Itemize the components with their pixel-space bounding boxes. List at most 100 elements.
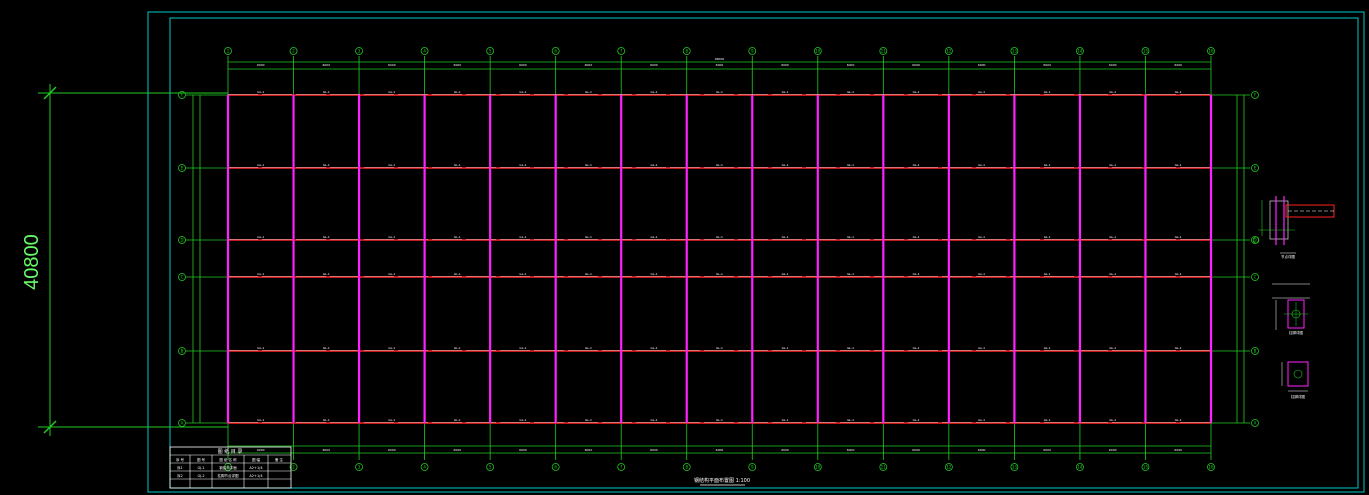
column-axis-label: 13 [1012, 465, 1018, 470]
beam-label: GL-1 [1109, 346, 1116, 350]
beam-label: GL-1 [1175, 90, 1182, 94]
beam-label: GL-1 [913, 235, 920, 239]
bay-dimension-label: 6000 [978, 448, 986, 452]
bay-dimension-label: 6000 [716, 448, 724, 452]
table-cell: 图 幅 [252, 457, 261, 462]
beam-label: GL-1 [257, 272, 264, 276]
beam-label: GL-1 [716, 163, 723, 167]
beam-label: GL-1 [1109, 90, 1116, 94]
beam-label: GL-1 [978, 272, 985, 276]
bay-dimension-label: 6000 [257, 448, 265, 452]
beam-label: GL-1 [716, 346, 723, 350]
bay-dimension-label: 6000 [978, 63, 986, 67]
beam-label: GL-1 [257, 235, 264, 239]
bay-dimension-label: 6000 [781, 63, 789, 67]
beam-label: GL-1 [913, 418, 920, 422]
beam-label: GL-1 [1109, 163, 1116, 167]
column-axis-label: 3 [358, 465, 361, 470]
beam-label: GL-1 [913, 90, 920, 94]
column-axis-label: 13 [1012, 49, 1018, 54]
detail3-base-plate [1287, 361, 1309, 387]
beam-label: GL-1 [782, 346, 789, 350]
beam-label: GL-1 [323, 90, 330, 94]
column-axis-label: 9 [751, 49, 754, 54]
beam-label: GL-1 [388, 418, 395, 422]
beam-label: GL-1 [650, 235, 657, 239]
beam-label: GL-1 [650, 418, 657, 422]
beam-label: GL-1 [519, 346, 526, 350]
beam-label: GL-1 [978, 163, 985, 167]
table-cell: 钢结构平面 [219, 465, 237, 470]
beam-label: GL-1 [782, 418, 789, 422]
beam-label: GL-1 [1109, 272, 1116, 276]
beam-label: GL-1 [585, 418, 592, 422]
beam-label: GL-1 [454, 235, 461, 239]
bay-dimension-label: 6000 [257, 63, 265, 67]
beam-label: GL-1 [323, 272, 330, 276]
beam-label: GL-1 [454, 163, 461, 167]
column-axis-label: 7 [620, 49, 623, 54]
row-axis-label: D [180, 238, 183, 243]
bay-dimension-label: 6000 [1043, 448, 1051, 452]
beam-label: GL-1 [257, 346, 264, 350]
row-axis-label: B [181, 349, 184, 354]
beam-label: GL-1 [257, 163, 264, 167]
beam-label: GL-1 [1109, 235, 1116, 239]
column-axis-label: 14 [1077, 49, 1083, 54]
beam-label: GL-1 [716, 235, 723, 239]
bay-dimension-label: 6000 [1109, 63, 1117, 67]
beam-label: GL-1 [519, 418, 526, 422]
beam-label: GL-1 [650, 163, 657, 167]
beam-label: GL-1 [1044, 235, 1051, 239]
beam-label: GL-1 [847, 90, 854, 94]
row-axis-label: B [1254, 349, 1257, 354]
column-axis-label: 11 [881, 49, 887, 54]
plan-title: 钢结构平面布置图 1:100 [694, 477, 750, 484]
bay-dimension-label: 6000 [454, 63, 462, 67]
column-axis-label: 7 [620, 465, 623, 470]
bay-dimension-label: 6000 [912, 448, 920, 452]
beam-label: GL-1 [388, 90, 395, 94]
bay-dimension-label: 6000 [1174, 448, 1182, 452]
column-axis-label: 3 [358, 49, 361, 54]
beam-label: GL-1 [519, 235, 526, 239]
beam-label: GL-1 [519, 90, 526, 94]
beam-label: GL-1 [847, 235, 854, 239]
beam-label: GL-1 [1044, 272, 1051, 276]
beam-label: GL-1 [519, 163, 526, 167]
bay-dimension-label: 6000 [519, 63, 527, 67]
beam-label: GL-1 [1175, 418, 1182, 422]
detail-layer [1252, 196, 1335, 392]
beam-label: GL-1 [454, 346, 461, 350]
bay-dimension-label: 6000 [519, 448, 527, 452]
grid-layer: 11 6000 6000 2 2 6000 6000 3 3 6000 6000 4 4 6000 6000… [178, 47, 1259, 471]
row-axis-label: C [1254, 275, 1257, 280]
cad-drawing: 40800 11 6000 6000 2 2 6000 6000 3 3 6000 6000 4 4 60… [21, 11, 1365, 493]
beam-label: GL-1 [650, 90, 657, 94]
row-axis-label: F [1254, 93, 1257, 98]
beam-label: GL-1 [782, 272, 789, 276]
beam-label: GL-1 [1175, 235, 1182, 239]
bay-dimension-label: 6000 [912, 63, 920, 67]
detail1-label: 节点详图 [1281, 254, 1296, 259]
column-axis-label: 9 [751, 465, 754, 470]
beam-label: GL-1 [585, 272, 592, 276]
beam-label: GL-1 [585, 235, 592, 239]
table-cell: 图 号 [197, 457, 206, 462]
beam-label: GL-1 [716, 90, 723, 94]
column-axis-label: 5 [489, 465, 492, 470]
column-axis-label: 11 [881, 465, 887, 470]
beam-label: GL-1 [782, 235, 789, 239]
beam-label: GL-1 [454, 418, 461, 422]
row-axis-label: E [181, 166, 184, 171]
table-cell: GJ-1 [197, 466, 204, 470]
beam-label: GL-1 [650, 346, 657, 350]
table-cell: 图 纸 名 称 [219, 457, 237, 462]
beam-label: GL-1 [1109, 418, 1116, 422]
column-axis-label: 6 [554, 49, 557, 54]
column-axis-label: 10 [815, 465, 821, 470]
column-axis-label: 4 [423, 49, 426, 54]
table-cell: 备 注 [275, 457, 284, 462]
column-axis-label: 10 [815, 49, 821, 54]
beam-label: GL-1 [847, 346, 854, 350]
